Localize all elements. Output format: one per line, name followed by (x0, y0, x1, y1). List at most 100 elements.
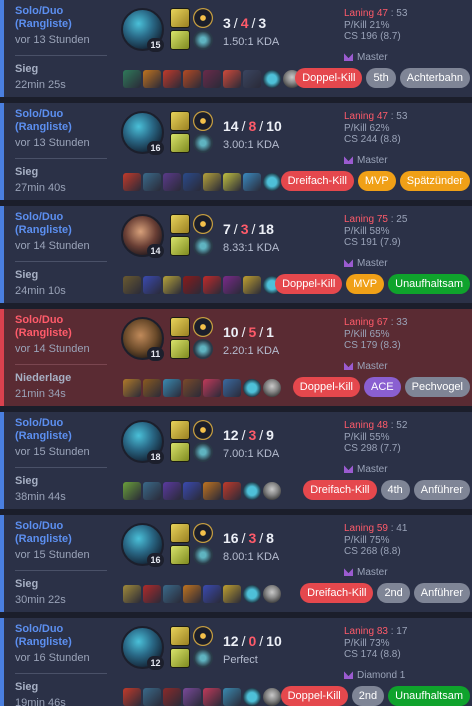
summoner-spell-ghost-icon[interactable] (170, 442, 190, 462)
laning-right: 41 (396, 523, 408, 534)
summoner-spell-flash-icon[interactable] (170, 626, 190, 646)
item-icon[interactable] (143, 173, 161, 191)
item-icon[interactable] (203, 379, 221, 397)
item-icon[interactable] (203, 482, 221, 500)
item-icon[interactable] (223, 276, 241, 294)
item-icon[interactable] (163, 379, 181, 397)
item-icon[interactable] (243, 482, 261, 500)
item-icon[interactable] (223, 379, 241, 397)
secondary-rune-icon[interactable] (193, 545, 213, 565)
item-icon[interactable] (123, 276, 141, 294)
summoner-spell-flash-icon[interactable] (170, 317, 190, 337)
laning-score: Laning 75 : 25 (344, 214, 407, 226)
item-icon[interactable] (223, 482, 241, 500)
item-icon[interactable] (163, 688, 181, 706)
item-icon[interactable] (143, 379, 161, 397)
secondary-rune-icon[interactable] (193, 648, 213, 668)
summoner-spell-flash-icon[interactable] (170, 420, 190, 440)
item-icon[interactable] (203, 276, 221, 294)
secondary-rune-icon[interactable] (193, 30, 213, 50)
slash: / (241, 633, 246, 649)
keystone-rune-icon[interactable] (193, 523, 213, 543)
item-icon[interactable] (143, 688, 161, 706)
item-icon[interactable] (243, 688, 261, 706)
item-icon[interactable] (183, 70, 201, 88)
match-card[interactable]: Solo/Duo (Rangliste) vor 13 Stunden Sieg 27… (0, 103, 472, 200)
rank-tier-icon (344, 362, 353, 371)
item-icon[interactable] (223, 688, 241, 706)
laning-left: 47 (376, 111, 388, 122)
item-icon[interactable] (123, 379, 141, 397)
item-icon[interactable] (183, 379, 201, 397)
match-duration: 30min 22s (15, 594, 66, 606)
item-icon[interactable] (163, 482, 181, 500)
item-icon[interactable] (183, 585, 201, 603)
item-icon[interactable] (163, 70, 181, 88)
summoner-spell-ghost-icon[interactable] (170, 30, 190, 50)
item-icon[interactable] (263, 585, 281, 603)
summoner-spell-ghost-icon[interactable] (170, 236, 190, 256)
item-icon[interactable] (163, 276, 181, 294)
item-icon[interactable] (203, 688, 221, 706)
match-card[interactable]: Solo/Duo (Rangliste) vor 15 Stunden Sieg 30… (0, 515, 472, 612)
match-card[interactable]: Solo/Duo (Rangliste) vor 14 Stunden Sieg 24… (0, 206, 472, 303)
keystone-rune-icon[interactable] (193, 8, 213, 28)
secondary-rune-icon[interactable] (193, 236, 213, 256)
item-icon[interactable] (263, 70, 281, 88)
item-icon[interactable] (163, 585, 181, 603)
match-card[interactable]: Solo/Duo (Rangliste) vor 13 Stunden Sieg 22… (0, 0, 472, 97)
kill-participation: P/Kill 58% (344, 225, 390, 237)
keystone-rune-icon[interactable] (193, 420, 213, 440)
summoner-spell-flash-icon[interactable] (170, 523, 190, 543)
summoner-spell-flash-icon[interactable] (170, 111, 190, 131)
item-icon[interactable] (203, 585, 221, 603)
summoner-spell-ghost-icon[interactable] (170, 339, 190, 359)
item-icon[interactable] (263, 482, 281, 500)
item-icon[interactable] (243, 173, 261, 191)
summoner-spell-flash-icon[interactable] (170, 214, 190, 234)
item-icon[interactable] (123, 482, 141, 500)
item-icon[interactable] (243, 379, 261, 397)
match-card[interactable]: Solo/Duo (Rangliste) vor 16 Stunden Sieg 19… (0, 618, 472, 706)
secondary-rune-icon[interactable] (193, 339, 213, 359)
item-icon[interactable] (243, 70, 261, 88)
summoner-spell-flash-icon[interactable] (170, 8, 190, 28)
match-card[interactable]: Solo/Duo (Rangliste) vor 15 Stunden Sieg 38… (0, 412, 472, 509)
item-icon[interactable] (143, 70, 161, 88)
secondary-rune-icon[interactable] (193, 442, 213, 462)
kda-ratio: 7.00:1 KDA (223, 448, 280, 460)
item-icon[interactable] (203, 173, 221, 191)
summoner-spell-ghost-icon[interactable] (170, 648, 190, 668)
item-icon[interactable] (143, 585, 161, 603)
rank-label: Master (357, 567, 388, 578)
item-icon[interactable] (183, 276, 201, 294)
item-icon[interactable] (223, 585, 241, 603)
item-icon[interactable] (183, 688, 201, 706)
keystone-rune-icon[interactable] (193, 111, 213, 131)
keystone-rune-icon[interactable] (193, 626, 213, 646)
item-icon[interactable] (203, 70, 221, 88)
item-icon[interactable] (123, 173, 141, 191)
item-icon[interactable] (123, 688, 141, 706)
item-icon[interactable] (143, 482, 161, 500)
item-icon[interactable] (243, 276, 261, 294)
match-card[interactable]: Solo/Duo (Rangliste) vor 14 Stunden Nieder… (0, 309, 472, 406)
keystone-rune-icon[interactable] (193, 214, 213, 234)
item-icon[interactable] (143, 276, 161, 294)
kda-ratio: 3.00:1 KDA (223, 139, 280, 151)
secondary-rune-icon[interactable] (193, 133, 213, 153)
keystone-rune-icon[interactable] (193, 317, 213, 337)
item-icon[interactable] (123, 70, 141, 88)
summoner-spell-ghost-icon[interactable] (170, 133, 190, 153)
item-icon[interactable] (183, 173, 201, 191)
item-icon[interactable] (123, 585, 141, 603)
item-icon[interactable] (223, 70, 241, 88)
item-icon[interactable] (263, 379, 281, 397)
item-icon[interactable] (223, 173, 241, 191)
kda-score: 10/5/1 (223, 324, 274, 340)
item-icon[interactable] (163, 173, 181, 191)
item-icon[interactable] (243, 585, 261, 603)
summoner-spell-ghost-icon[interactable] (170, 545, 190, 565)
laning-right: 53 (396, 111, 408, 122)
item-icon[interactable] (183, 482, 201, 500)
